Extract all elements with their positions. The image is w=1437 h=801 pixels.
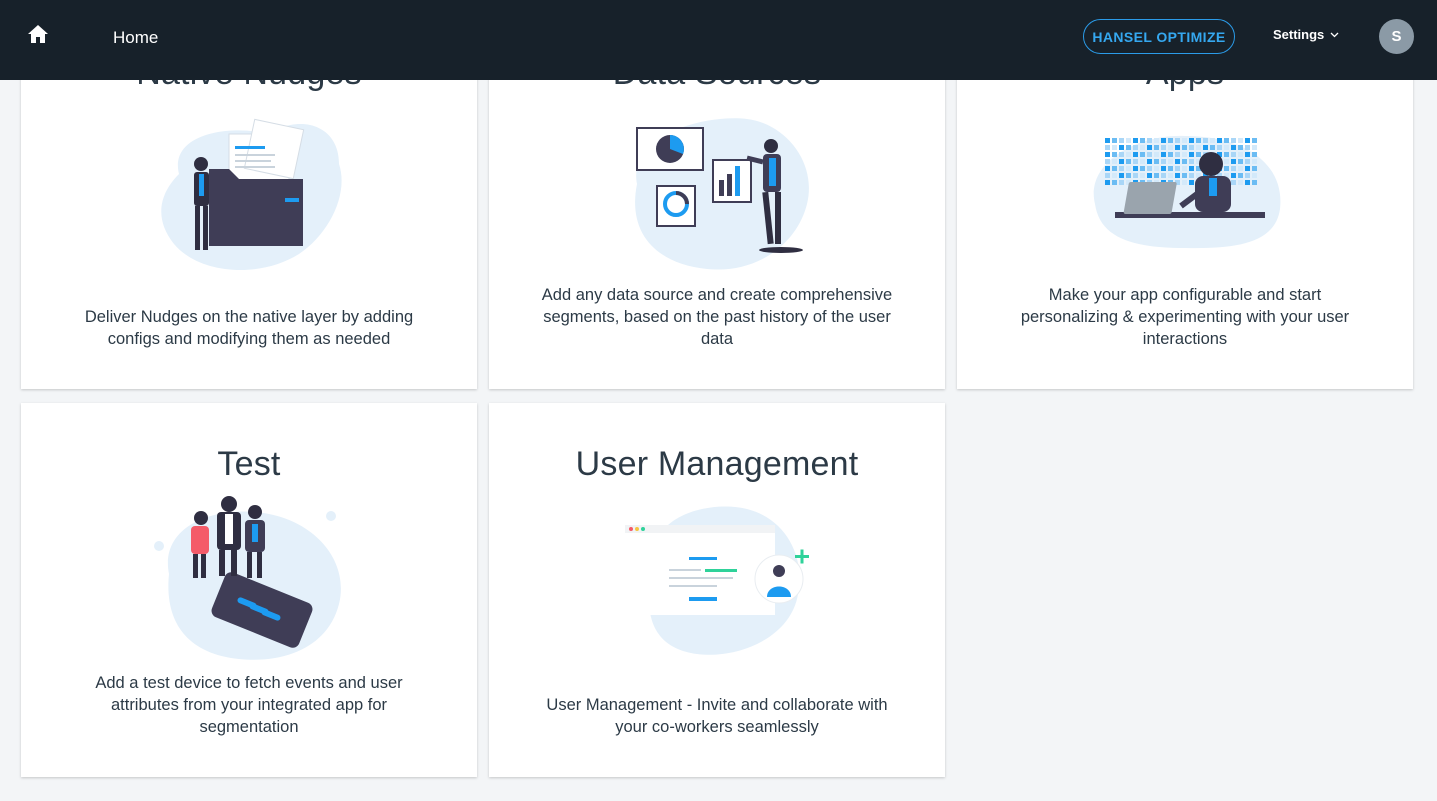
chevron-down-icon <box>1330 32 1339 37</box>
laptop-developer-illustration <box>1093 135 1281 249</box>
card-data-sources[interactable]: Data Sources Add any data source and cre… <box>489 48 945 389</box>
avatar[interactable]: S <box>1379 19 1414 54</box>
home-icon[interactable] <box>27 24 49 44</box>
card-title: User Management <box>575 445 859 483</box>
card-description: Deliver Nudges on the native layer by ad… <box>84 308 414 348</box>
card-user-management[interactable]: User Management User Management - Invite… <box>489 403 945 777</box>
card-description: Add any data source and create comprehen… <box>541 286 893 348</box>
hansel-optimize-button[interactable]: HANSEL OPTIMIZE <box>1083 19 1235 54</box>
folder-documents-illustration <box>161 118 342 271</box>
card-native-nudges[interactable]: Native Nudges Deliver Nudges on the nati… <box>21 48 477 389</box>
card-test[interactable]: Test Add a test device to fetch events a… <box>21 403 477 777</box>
card-description: Add a test device to fetch events and us… <box>95 674 403 736</box>
card-title: Test <box>217 445 281 483</box>
card-grid: Native Nudges Deliver Nudges on the nati… <box>0 0 1437 801</box>
page-title: Home <box>113 28 159 47</box>
card-description: Make your app configurable and start per… <box>1020 286 1350 348</box>
test-device-illustration <box>154 496 341 660</box>
card-apps[interactable]: Apps Make your app configurable and star… <box>957 48 1413 389</box>
settings-label: Settings <box>1273 27 1325 42</box>
invite-user-illustration <box>625 506 809 655</box>
card-description: User Management - Invite and collaborate… <box>546 696 888 736</box>
top-navigation-bar: Home HANSEL OPTIMIZE Settings S <box>0 0 1437 80</box>
dashboard-charts-illustration <box>635 118 809 270</box>
settings-dropdown[interactable]: Settings <box>1273 27 1339 42</box>
